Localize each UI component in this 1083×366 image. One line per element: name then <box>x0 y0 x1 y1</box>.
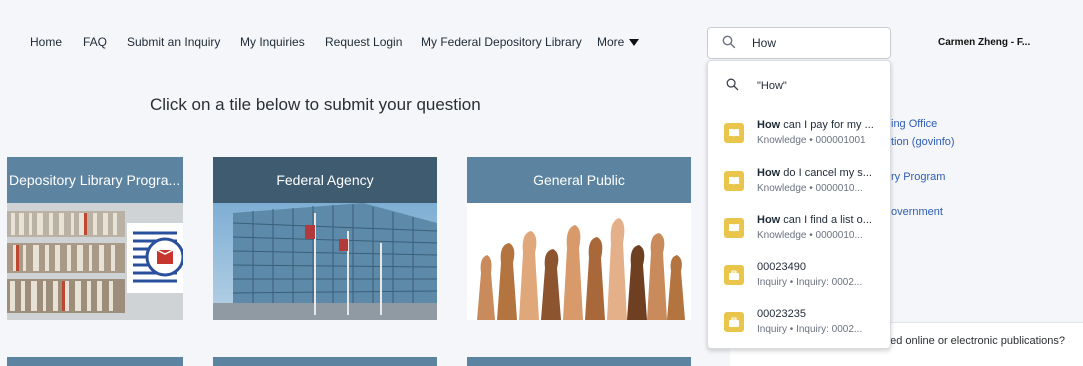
side-link-gpo[interactable]: ing Office <box>891 118 937 130</box>
result-subtitle: Knowledge • 000001001 <box>757 135 866 146</box>
tile-federal-agency[interactable]: Federal Agency <box>213 157 437 320</box>
tile-depository-library[interactable]: Depository Library Progra... <box>7 157 183 320</box>
page-prompt: Click on a tile below to submit your que… <box>150 95 481 114</box>
federal-building-image <box>213 203 437 320</box>
side-link-government[interactable]: overnment <box>891 206 943 218</box>
result-title: 00023490 <box>757 261 806 273</box>
side-link-govinfo[interactable]: tion (govinfo) <box>891 136 955 148</box>
result-subtitle: Knowledge • 0000010... <box>757 230 863 241</box>
nav-more-label: More <box>597 35 625 49</box>
nav-more-menu[interactable]: More <box>597 35 640 49</box>
search-icon <box>726 78 739 96</box>
side-link-program[interactable]: ry Program <box>891 171 945 183</box>
caret-down-icon <box>629 39 640 46</box>
faq-question-text: ged online or electronic publications? <box>884 335 1066 347</box>
inquiry-case-icon <box>724 265 744 285</box>
result-subtitle: Inquiry • Inquiry: 0002... <box>757 324 863 335</box>
library-shelves-image <box>7 203 183 320</box>
search-box[interactable] <box>707 27 891 59</box>
nav-my-inquiries-link[interactable]: My Inquiries <box>240 35 305 49</box>
search-result-inquiry-1[interactable]: 00023490 Inquiry • Inquiry: 0002... <box>708 257 890 301</box>
tile-row2-left[interactable] <box>7 357 183 366</box>
tile-general-public[interactable]: General Public <box>467 157 691 320</box>
search-suggestions-dropdown: "How" How can I pay for my ... Knowledge… <box>707 60 891 349</box>
nav-home-link[interactable]: Home <box>30 35 62 49</box>
search-result-knowledge-3[interactable]: How can I find a list o... Knowledge • 0… <box>708 210 890 254</box>
tile-label: Federal Agency <box>213 157 437 203</box>
search-icon <box>722 35 736 54</box>
knowledge-book-icon <box>724 171 744 191</box>
search-query-text: "How" <box>757 80 787 92</box>
result-title: 00023235 <box>757 308 806 320</box>
tile-label: Depository Library Progra... <box>7 157 183 203</box>
knowledge-book-icon <box>724 218 744 238</box>
nav-faq-link[interactable]: FAQ <box>83 35 107 49</box>
tile-label: General Public <box>467 157 691 203</box>
tile-row2-middle[interactable] <box>213 357 437 366</box>
search-result-inquiry-2[interactable]: 00023235 Inquiry • Inquiry: 0002... <box>708 304 890 348</box>
result-title: How do I cancel my s... <box>757 167 872 179</box>
inquiry-case-icon <box>724 312 744 332</box>
user-menu[interactable]: Carmen Zheng - F... <box>938 37 1030 48</box>
nav-submit-inquiry-link[interactable]: Submit an Inquiry <box>127 35 220 49</box>
result-subtitle: Inquiry • Inquiry: 0002... <box>757 277 863 288</box>
top-navigation: Home FAQ Submit an Inquiry My Inquiries … <box>0 0 1083 86</box>
knowledge-book-icon <box>724 123 744 143</box>
result-subtitle: Knowledge • 0000010... <box>757 183 863 194</box>
search-result-knowledge-2[interactable]: How do I cancel my s... Knowledge • 0000… <box>708 163 890 207</box>
tile-row2-right[interactable] <box>467 357 691 366</box>
nav-my-fdl-link[interactable]: My Federal Depository Library <box>421 35 582 49</box>
raised-hands-image <box>467 203 691 320</box>
search-query-suggestion[interactable]: "How" <box>708 71 890 101</box>
nav-request-login-link[interactable]: Request Login <box>325 35 402 49</box>
search-input[interactable] <box>752 34 882 52</box>
result-title: How can I find a list o... <box>757 214 872 226</box>
search-result-knowledge-1[interactable]: How can I pay for my ... Knowledge • 000… <box>708 115 890 159</box>
result-title: How can I pay for my ... <box>757 119 874 131</box>
